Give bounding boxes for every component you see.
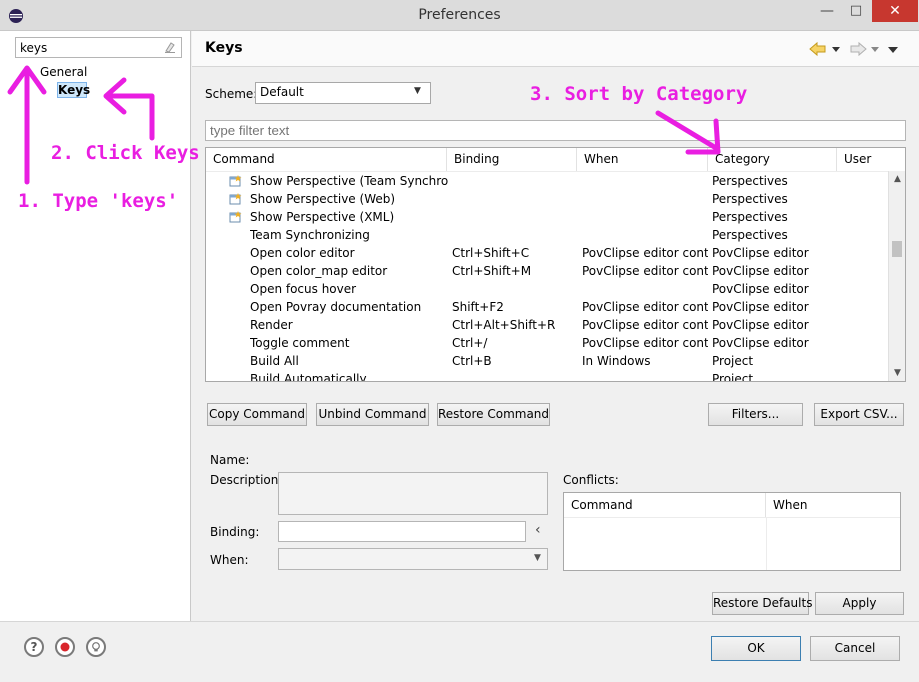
annotation-arrows bbox=[7, 65, 721, 185]
annotation-step-1: 1. Type 'keys' bbox=[18, 190, 179, 212]
annotation-step-3: 3. Sort by Category bbox=[530, 83, 748, 105]
annotation-arrow-3 bbox=[655, 110, 719, 151]
annotation-step-2: 2. Click Keys bbox=[51, 142, 200, 164]
